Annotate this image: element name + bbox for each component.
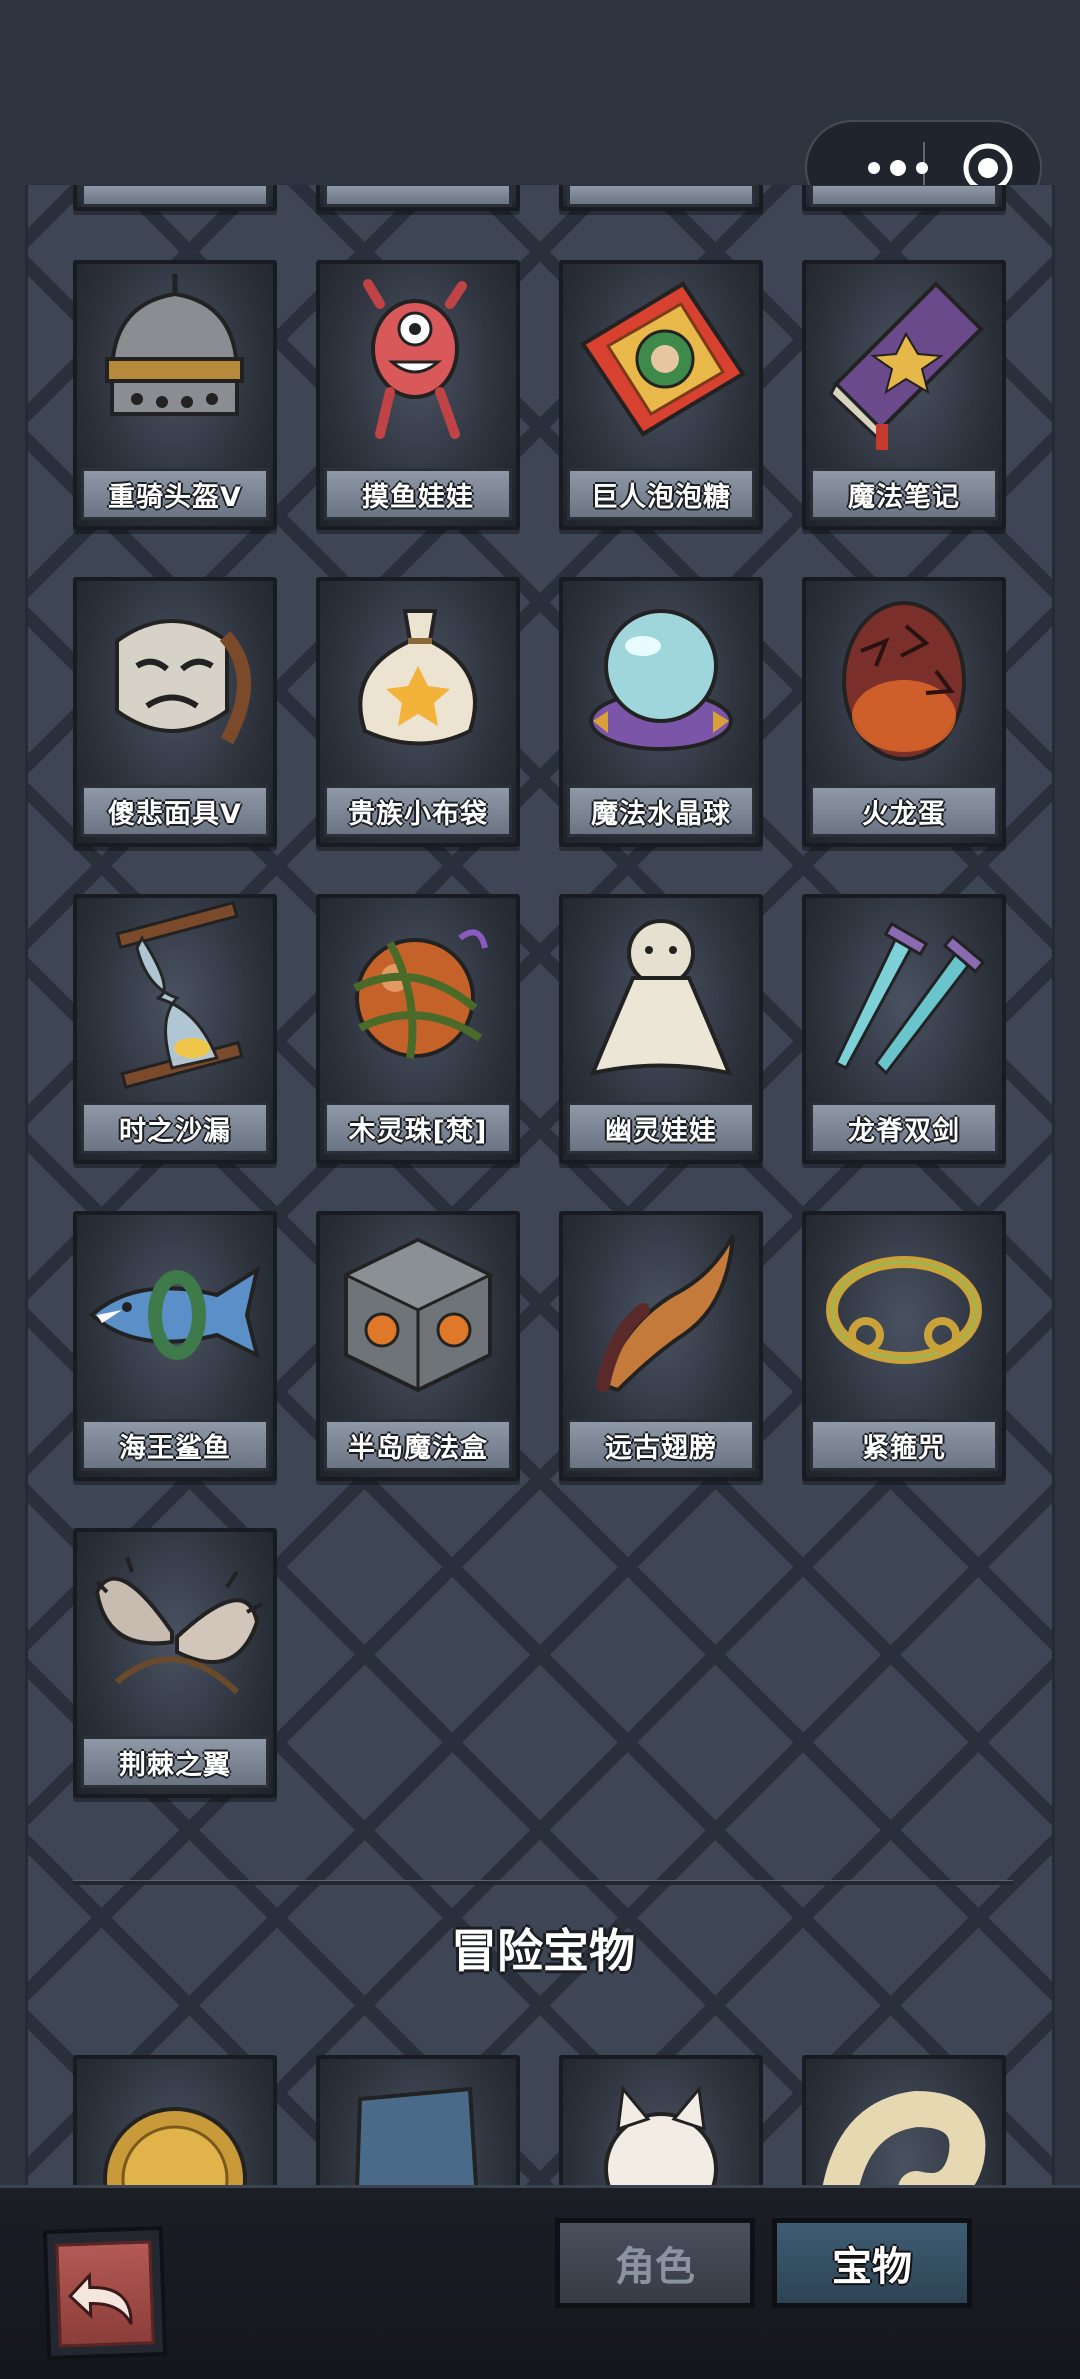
item-card-knight-helmet[interactable]: 重骑头盔V — [73, 260, 277, 530]
item-card-twin-swords[interactable]: 龙脊双剑 — [802, 894, 1006, 1164]
item-label: 时之沙漏 — [81, 1102, 269, 1154]
item-card-hourglass[interactable]: 时之沙漏 — [73, 894, 277, 1164]
item-card-thorn-wings[interactable]: 荆棘之翼 — [73, 1528, 277, 1798]
section-divider — [73, 1880, 1013, 1885]
item-card-partial[interactable] — [559, 185, 763, 211]
bubblegum-pack-icon — [580, 281, 746, 437]
crystal-ball-icon — [589, 609, 733, 751]
item-card-partial[interactable] — [73, 185, 277, 211]
item-label: 巨人泡泡糖 — [567, 468, 755, 520]
item-label: 傻悲面具V — [81, 785, 269, 837]
item-label: 魔法笔记 — [810, 468, 998, 520]
lucky-cat-icon — [604, 2085, 718, 2185]
item-card-dragon-egg[interactable]: 火龙蛋 — [802, 577, 1006, 847]
shark-icon — [88, 1265, 260, 1360]
item-label: 半岛魔法盒 — [324, 1419, 512, 1471]
treasure-panel[interactable]: 重骑头盔V 摸鱼娃娃 巨人泡泡糖 魔法笔记 傻悲面具V 贵族小布袋 魔法水晶球 … — [25, 185, 1055, 2185]
item-label: 荆棘之翼 — [81, 1736, 269, 1788]
red-doll-icon — [363, 279, 467, 439]
item-card-golden-band[interactable]: 紧箍咒 — [802, 1211, 1006, 1481]
item-label: 贵族小布袋 — [324, 785, 512, 837]
blue-armor-icon — [355, 2086, 479, 2185]
back-arrow-icon — [67, 2271, 133, 2325]
sad-mask-icon — [115, 619, 251, 745]
item-card-gold-coin[interactable] — [73, 2055, 277, 2185]
item-card-red-doll[interactable]: 摸鱼娃娃 — [316, 260, 520, 530]
item-card-ancient-wing[interactable]: 远古翅膀 — [559, 1211, 763, 1481]
item-label: 木灵珠[梵] — [324, 1102, 512, 1154]
item-label: 重骑头盔V — [81, 468, 269, 520]
ancient-wing-icon — [596, 1234, 735, 1393]
item-label: 海王鲨鱼 — [81, 1419, 269, 1471]
item-card-lucky-cat[interactable] — [559, 2055, 763, 2185]
item-label: 摸鱼娃娃 — [324, 468, 512, 520]
back-button[interactable] — [42, 2225, 168, 2361]
item-card-magic-box[interactable]: 半岛魔法盒 — [316, 1211, 520, 1481]
bottom-bar: 角色 宝物 — [0, 2185, 1080, 2379]
magic-box-icon — [342, 1237, 494, 1393]
item-card-magic-notebook[interactable]: 魔法笔记 — [802, 260, 1006, 530]
item-label: 魔法水晶球 — [567, 785, 755, 837]
item-card-partial[interactable] — [802, 185, 1006, 211]
magic-notebook-icon — [829, 281, 984, 450]
item-card-blue-armor[interactable] — [316, 2055, 520, 2185]
thorn-wings-icon — [94, 1556, 263, 1695]
item-label: 紧箍咒 — [810, 1419, 998, 1471]
item-card-wood-orb[interactable]: 木灵珠[梵] — [316, 894, 520, 1164]
cloth-bag-icon — [358, 609, 477, 746]
knight-helmet-icon — [105, 274, 244, 416]
tab-treasure[interactable]: 宝物 — [772, 2218, 972, 2308]
item-label: 幽灵娃娃 — [567, 1102, 755, 1154]
hourglass-icon — [115, 900, 244, 1090]
item-label: 远古翅膀 — [567, 1419, 755, 1471]
item-label: 火龙蛋 — [810, 785, 998, 837]
item-card-bone-horn[interactable] — [802, 2055, 1006, 2185]
dragon-egg-icon — [842, 601, 966, 761]
tab-role[interactable]: 角色 — [555, 2218, 755, 2308]
item-card-ghost-doll[interactable]: 幽灵娃娃 — [559, 894, 763, 1164]
item-card-shark[interactable]: 海王鲨鱼 — [73, 1211, 277, 1481]
item-card-crystal-ball[interactable]: 魔法水晶球 — [559, 577, 763, 847]
golden-band-icon — [826, 1256, 982, 1364]
item-label: 龙脊双剑 — [810, 1102, 998, 1154]
wood-orb-icon — [353, 929, 488, 1059]
gold-coin-icon — [103, 2107, 247, 2185]
item-card-bubblegum[interactable]: 巨人泡泡糖 — [559, 260, 763, 530]
section-title: 冒险宝物 — [451, 1924, 635, 1978]
item-card-cloth-bag[interactable]: 贵族小布袋 — [316, 577, 520, 847]
ghost-doll-icon — [589, 919, 733, 1076]
item-card-sad-mask[interactable]: 傻悲面具V — [73, 577, 277, 847]
bone-horn-icon — [822, 2090, 986, 2185]
item-card-partial[interactable] — [316, 185, 520, 211]
twin-swords-icon — [834, 921, 986, 1076]
